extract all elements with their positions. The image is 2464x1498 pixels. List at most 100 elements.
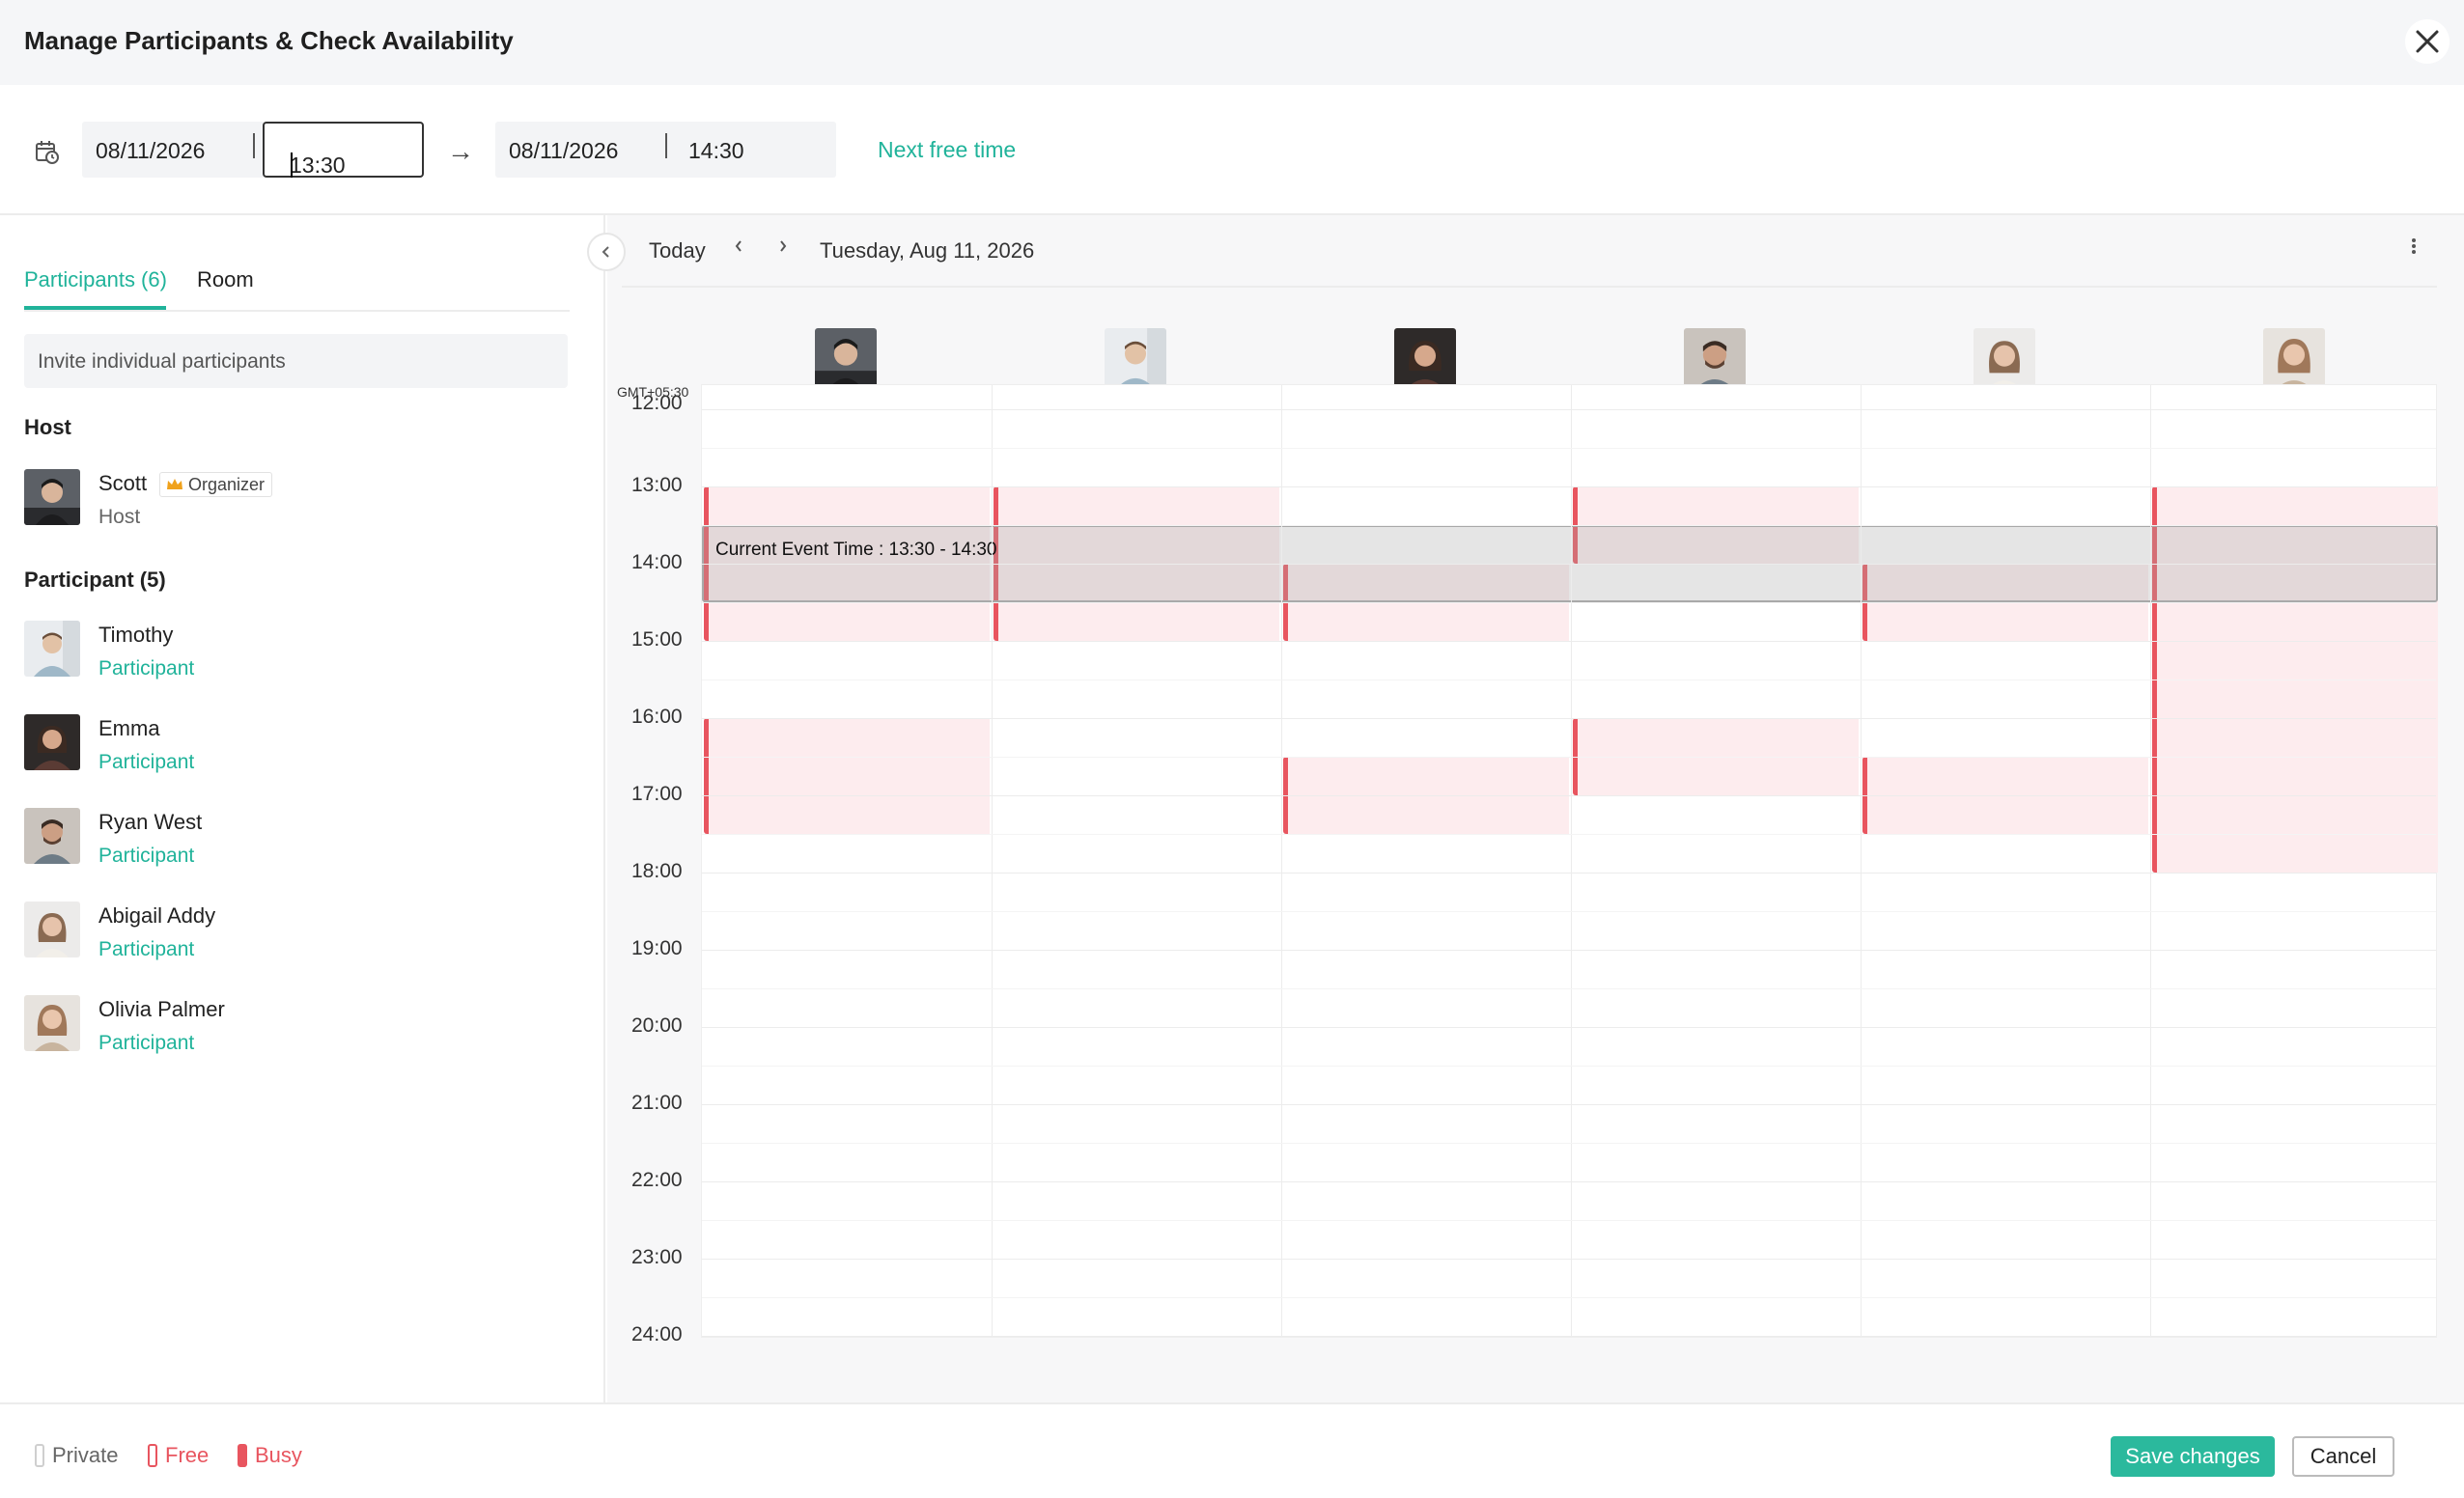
column-divider (1281, 385, 1282, 1337)
dialog-footer: Private Free Busy Save changes Cancel (0, 1402, 2464, 1498)
start-datetime-field[interactable]: 08/11/2026 (82, 122, 266, 178)
participant-name: Abigail Addy (98, 903, 216, 928)
column-avatar-emma[interactable] (1394, 328, 1456, 390)
hour-line (702, 1259, 2436, 1260)
hour-line (702, 1104, 2436, 1105)
next-free-time-link[interactable]: Next free time (878, 137, 1016, 163)
participant-role: Participant (98, 751, 195, 773)
invite-participants-input[interactable]: Invite individual participants (24, 334, 568, 388)
hour-label: 19:00 (631, 937, 683, 959)
close-button[interactable] (2405, 19, 2450, 64)
participant-role: Participant (98, 1032, 195, 1054)
participant-name: Timothy (98, 623, 174, 647)
hour-line (702, 988, 2436, 989)
column-divider (1861, 385, 1862, 1337)
column-avatar-abigail-addy[interactable] (1974, 328, 2035, 390)
hour-line (702, 525, 2436, 526)
hour-line (702, 641, 2436, 642)
end-date-input[interactable]: 08/11/2026 (509, 138, 618, 164)
end-time-input[interactable]: 14:30 (688, 138, 744, 164)
tab-room[interactable]: Room (197, 267, 254, 292)
avatar (24, 714, 80, 770)
hour-line (702, 1220, 2436, 1221)
hour-label: 24:00 (631, 1323, 683, 1345)
participant-item[interactable]: Timothy Participant (24, 621, 565, 682)
time-grid[interactable]: Current Event Time : 13:30 - 14:30 (701, 384, 2438, 1338)
avatar (24, 902, 80, 957)
host-name: Scott (98, 471, 148, 495)
hour-label: 15:00 (631, 628, 683, 651)
end-datetime-field[interactable]: 08/11/2026 14:30 (495, 122, 836, 178)
start-date-input[interactable]: 08/11/2026 (96, 138, 205, 164)
column-divider (992, 385, 993, 1337)
hour-line (702, 795, 2436, 796)
save-changes-button[interactable]: Save changes (2111, 1436, 2275, 1477)
panel-tabs: Participants (6) Room (24, 242, 570, 312)
participant-name: Emma (98, 716, 160, 740)
legend-free: Free (148, 1443, 209, 1468)
busy-block[interactable] (704, 718, 990, 834)
participant-avatar-row (701, 288, 2437, 390)
hour-line (702, 1143, 2436, 1144)
participant-item[interactable]: Olivia Palmer Participant (24, 995, 565, 1057)
cancel-button[interactable]: Cancel (2292, 1436, 2394, 1477)
hour-line (702, 1027, 2436, 1028)
active-tab-indicator (24, 306, 166, 310)
chevron-left-icon (735, 240, 742, 252)
chevron-right-icon (780, 240, 787, 252)
participant-item[interactable]: Abigail Addy Participant (24, 902, 565, 963)
host-heading: Host (24, 415, 71, 439)
host-item[interactable]: Scott Organizer Host (24, 469, 565, 531)
participants-panel: Participants (6) Room Invite individual … (0, 215, 605, 1402)
close-icon (2416, 30, 2439, 53)
hour-line (702, 950, 2436, 951)
dialog-header: Manage Participants & Check Availability (0, 0, 2464, 85)
legend-busy: Busy (238, 1443, 302, 1468)
participant-name: Ryan West (98, 810, 203, 834)
hour-line (702, 602, 2436, 603)
avatar (24, 995, 80, 1051)
participant-role: Participant (98, 938, 195, 960)
hour-label: 13:00 (631, 474, 683, 496)
hour-line (702, 911, 2436, 912)
more-options-button[interactable] (2411, 235, 2417, 264)
start-time-input[interactable]: 13:30 (263, 122, 424, 178)
hour-line (702, 1297, 2436, 1298)
hour-line (702, 1066, 2436, 1067)
hour-label: 17:00 (631, 783, 683, 805)
column-avatar-ryan-west[interactable] (1684, 328, 1746, 390)
column-avatar-olivia-palmer[interactable] (2263, 328, 2325, 390)
avatar (24, 621, 80, 677)
participant-heading: Participant (5) (24, 568, 166, 592)
hour-line (702, 564, 2436, 565)
column-avatar-timothy[interactable] (1105, 328, 1166, 390)
hour-line (702, 486, 2436, 487)
participant-item[interactable]: Emma Participant (24, 714, 565, 776)
legend-private: Private (35, 1443, 118, 1468)
hour-label: 18:00 (631, 860, 683, 882)
hour-line (702, 873, 2436, 874)
avatar (24, 469, 80, 525)
participant-name: Olivia Palmer (98, 997, 225, 1021)
hour-line (702, 448, 2436, 449)
hour-label: 21:00 (631, 1092, 683, 1114)
crown-icon (167, 479, 182, 489)
hour-label: 23:00 (631, 1246, 683, 1268)
prev-day-button[interactable] (733, 235, 744, 264)
hour-label: 12:00 (631, 392, 683, 414)
kebab-menu-icon (2412, 238, 2416, 254)
next-day-button[interactable] (777, 235, 789, 264)
hour-label: 22:00 (631, 1169, 683, 1191)
column-avatar-scott[interactable] (815, 328, 877, 390)
private-swatch (35, 1444, 44, 1467)
free-swatch (148, 1444, 157, 1467)
hour-line (702, 409, 2436, 410)
collapse-panel-button[interactable] (587, 233, 626, 271)
date-time-bar: 08/11/2026 13:30 → 08/11/2026 14:30 Next… (0, 85, 2464, 215)
tab-participants[interactable]: Participants (6) (24, 267, 167, 292)
participant-item[interactable]: Ryan West Participant (24, 808, 565, 870)
hour-line (702, 757, 2436, 758)
host-role: Host (98, 506, 141, 528)
today-button[interactable]: Today (649, 238, 706, 264)
hour-label: 14:00 (631, 551, 683, 573)
